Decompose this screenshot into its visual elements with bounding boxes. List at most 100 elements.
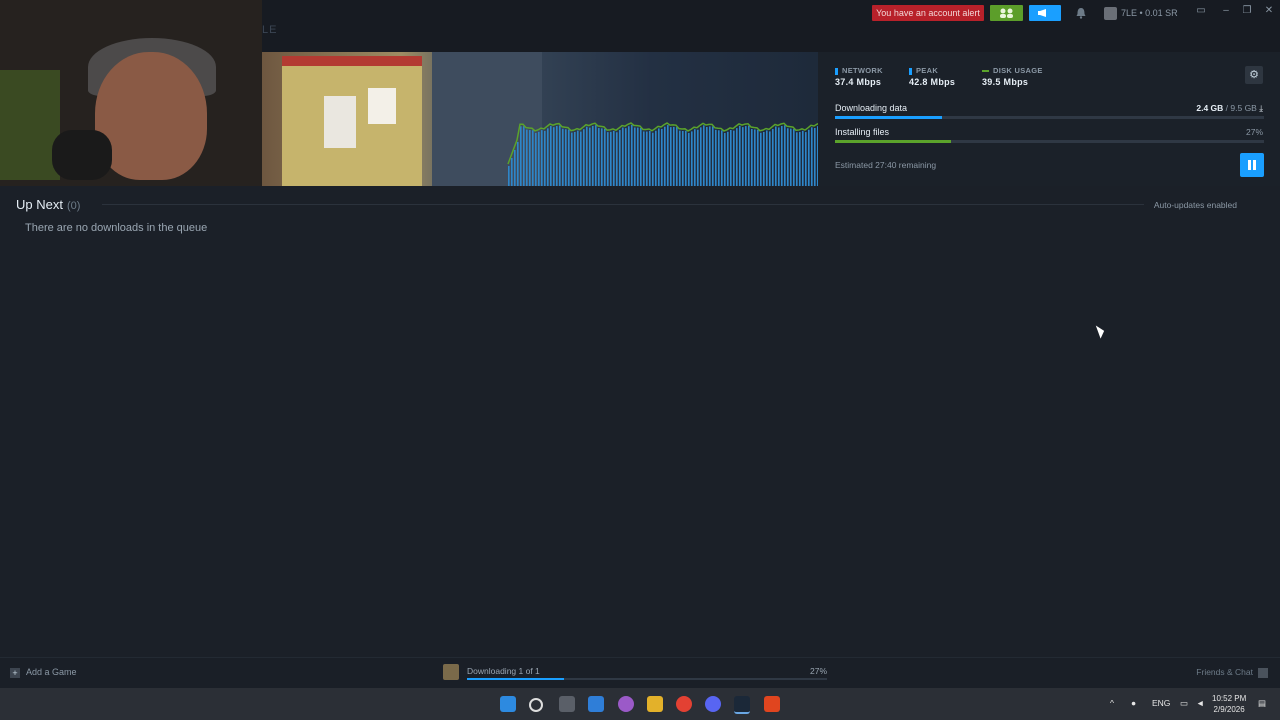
avatar [1104, 7, 1117, 21]
graph-bar [568, 129, 570, 186]
mic-icon[interactable]: ● [1131, 698, 1136, 708]
graph-bar [511, 158, 513, 186]
graph-bar [637, 127, 639, 186]
graph-bar [616, 132, 618, 186]
steam-icon[interactable] [734, 696, 750, 714]
graph-bar [805, 132, 807, 186]
obs-icon[interactable] [618, 696, 634, 712]
disk-stat: DISK USAGE 39.5 Mbps [982, 66, 1043, 87]
volume-icon[interactable]: ◄ [1196, 698, 1204, 708]
pause-button[interactable] [1240, 153, 1264, 177]
plant-shape [0, 70, 60, 180]
user-label: 7LE • 0.01 SR [1121, 8, 1178, 18]
tray-chevron-icon[interactable]: ^ [1110, 698, 1114, 708]
graph-bar [709, 126, 711, 186]
graph-bar [523, 126, 525, 186]
chrome-icon[interactable] [676, 696, 692, 712]
graph-bar [541, 130, 543, 186]
graph-bar [610, 131, 612, 186]
graph-bar [793, 129, 795, 186]
graph-bar [538, 131, 540, 186]
network-label: NETWORK [842, 66, 883, 75]
restore-icon[interactable]: ❐ [1240, 4, 1254, 18]
estimated-remaining: Estimated 27:40 remaining [835, 160, 937, 170]
download-progress-bar [835, 116, 1264, 119]
graph-bar [583, 129, 585, 186]
graph-bar [613, 130, 615, 186]
disk-label: DISK USAGE [993, 66, 1043, 75]
friends-icon [1000, 8, 1013, 18]
graph-bar [598, 128, 600, 186]
graph-bar [628, 126, 630, 186]
graph-bar [667, 125, 669, 186]
auto-updates-status[interactable]: Auto-updates enabled [1154, 200, 1237, 210]
graph-bar [553, 127, 555, 186]
friends-button[interactable] [990, 5, 1023, 21]
megaphone-icon [1038, 9, 1046, 17]
graph-bar [772, 128, 774, 186]
download-status[interactable]: Downloading 1 of 1 27% [443, 664, 829, 684]
headphones-shape [52, 130, 112, 180]
download-status-bar [467, 678, 827, 680]
graph-bar [715, 129, 717, 186]
graph-bar [643, 131, 645, 186]
graph-bar [619, 130, 621, 186]
graph-bar [706, 127, 708, 186]
system-clock[interactable]: 10:52 PM 2/9/2026 [1212, 693, 1246, 715]
graph-bar [790, 128, 792, 186]
graph-bar [748, 125, 750, 186]
brave-icon[interactable] [764, 696, 780, 712]
graph-bar [787, 128, 789, 186]
account-alert-button[interactable]: You have an account alert [872, 5, 984, 21]
settings-button[interactable]: ⚙ [1245, 66, 1263, 84]
graph-bar [670, 127, 672, 186]
graph-bar [556, 126, 558, 186]
windows-start-icon[interactable] [500, 696, 516, 712]
graph-bar [682, 130, 684, 186]
network-icon[interactable]: ▭ [1180, 698, 1188, 709]
graph-bar [658, 128, 660, 186]
divider [102, 204, 1144, 205]
graph-bar [673, 126, 675, 186]
graph-bar [589, 127, 591, 186]
graph-bar [652, 132, 654, 186]
graph-bar [730, 129, 732, 186]
graph-bar [661, 128, 663, 186]
add-game-button[interactable]: + Add a Game [10, 667, 77, 678]
graph-bar [745, 126, 747, 186]
notification-center-icon[interactable]: ▤ [1258, 698, 1266, 709]
friends-chat-button[interactable]: Friends & Chat [1196, 667, 1268, 678]
graph-bar [751, 128, 753, 186]
search-icon[interactable] [529, 698, 543, 712]
task-view-icon[interactable] [559, 696, 575, 712]
user-menu[interactable]: 7LE • 0.01 SR [1104, 4, 1184, 22]
store-icon[interactable] [588, 696, 604, 712]
gear-icon: ⚙ [1249, 69, 1259, 81]
peak-value: 42.8 Mbps [909, 77, 956, 87]
minimize-icon[interactable]: – [1219, 4, 1233, 18]
download-status-pct: 27% [809, 666, 827, 676]
install-progress-bar [835, 140, 1264, 143]
announcements-button[interactable] [1029, 5, 1061, 21]
graph-bar [727, 131, 729, 186]
notifications-button[interactable] [1072, 5, 1090, 21]
language-indicator[interactable]: ENG [1152, 698, 1170, 708]
downloaded-amount: 2.4 GB [1196, 103, 1224, 113]
folder-icon[interactable] [647, 696, 663, 712]
graph-bar [742, 127, 744, 186]
chat-icon [1258, 667, 1268, 678]
downloading-label: Downloading data [835, 103, 908, 113]
graph-bar [763, 131, 765, 186]
line-icon [982, 70, 989, 73]
game-thumbnail [443, 664, 459, 680]
os-taskbar: ^ ● ENG ▭ ◄ 10:52 PM 2/9/2026 ▤ [0, 688, 1280, 720]
bars-icon [909, 67, 912, 75]
graph-bar [535, 132, 537, 186]
graph-bar [559, 125, 561, 186]
graph-bar [811, 127, 813, 186]
discord-icon[interactable] [705, 696, 721, 712]
close-icon[interactable]: ✕ [1262, 4, 1276, 18]
installing-label: Installing files [835, 127, 890, 137]
monitor-icon[interactable]: ▭ [1194, 4, 1208, 18]
graph-bar [580, 131, 582, 186]
